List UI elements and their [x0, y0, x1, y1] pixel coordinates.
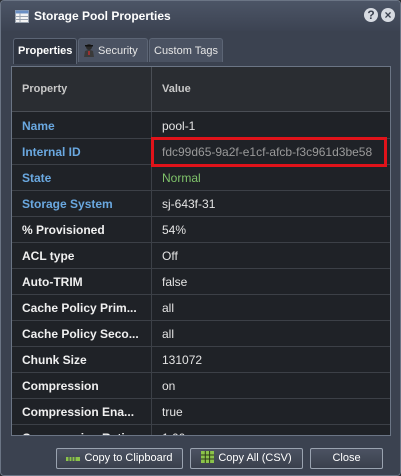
dialog-footer: Copy to Clipboard Copy All (CSV) Close: [1, 444, 400, 475]
tab-custom-tags[interactable]: Custom Tags: [149, 38, 223, 62]
property-name: ACL type: [22, 249, 75, 263]
property-name: % Provisioned: [22, 223, 105, 237]
dialog-title: Storage Pool Properties: [34, 9, 171, 23]
property-name: Name: [22, 119, 55, 133]
table-row[interactable]: Compression Ena... true: [12, 398, 390, 425]
close-button[interactable]: Close: [310, 448, 383, 469]
csv-grid-icon: [201, 451, 215, 463]
properties-table[interactable]: Property Value Name pool-1 Internal ID fdc9…: [11, 66, 391, 436]
table-row[interactable]: Storage System sj-643f-31: [12, 190, 390, 217]
property-value: 54%: [162, 223, 187, 237]
agent-icon: [84, 44, 94, 57]
button-label: Copy to Clipboard: [84, 452, 173, 464]
property-value: Off: [162, 249, 178, 263]
table-row[interactable]: Compression Ratio 1.00: [12, 424, 390, 435]
table-row[interactable]: Name pool-1: [12, 112, 390, 139]
property-value: 131072: [162, 353, 203, 367]
column-header-value[interactable]: Value: [162, 83, 191, 95]
table-row[interactable]: State Normal: [12, 164, 390, 191]
property-name: Compression: [22, 379, 99, 393]
help-button[interactable]: ?: [364, 8, 378, 22]
property-name: Auto-TRIM: [22, 275, 83, 289]
property-value: on: [162, 379, 176, 393]
property-value: all: [162, 301, 175, 315]
button-label: Copy All (CSV): [218, 452, 292, 464]
property-name: Internal ID: [22, 145, 81, 159]
table-row[interactable]: % Provisioned 54%: [12, 216, 390, 243]
copy-to-clipboard-button[interactable]: Copy to Clipboard: [56, 448, 183, 469]
table-row[interactable]: Auto-TRIM false: [12, 268, 390, 295]
tab-label: Security: [98, 45, 138, 57]
table-row[interactable]: Cache Policy Seco... all: [12, 320, 390, 347]
column-header-property[interactable]: Property: [22, 83, 67, 95]
tab-security[interactable]: Security: [78, 38, 148, 62]
table-icon: [15, 10, 29, 23]
table-row[interactable]: Chunk Size 131072: [12, 346, 390, 373]
highlight-box: [151, 137, 387, 167]
property-value: sj-643f-31: [162, 197, 216, 211]
table-row[interactable]: ACL type Off: [12, 242, 390, 269]
property-name: State: [22, 171, 52, 185]
tab-label: Custom Tags: [154, 45, 218, 57]
property-value: pool-1: [162, 119, 196, 133]
copy-all-csv-button[interactable]: Copy All (CSV): [190, 448, 303, 469]
property-value: all: [162, 327, 175, 341]
property-name: Compression Ratio: [22, 431, 144, 435]
property-name: Cache Policy Prim...: [22, 301, 137, 315]
property-name: Cache Policy Seco...: [22, 327, 139, 341]
property-value: Normal: [162, 171, 201, 185]
button-label: Close: [332, 452, 361, 464]
property-value: true: [162, 405, 183, 419]
clipboard-icon: [66, 457, 81, 461]
property-value: 1.00: [162, 431, 185, 435]
table-row[interactable]: Cache Policy Prim... all: [12, 294, 390, 321]
property-name: Storage System: [22, 197, 113, 211]
property-value: false: [162, 275, 188, 289]
title-bar[interactable]: Storage Pool Properties ? ×: [1, 1, 400, 31]
table-header: Property Value: [12, 67, 390, 112]
tab-properties[interactable]: Properties: [13, 38, 77, 64]
table-row[interactable]: Compression on: [12, 372, 390, 399]
storage-pool-properties-dialog: Storage Pool Properties ? × Properties S…: [0, 0, 401, 476]
property-name: Chunk Size: [22, 353, 87, 367]
tab-label: Properties: [18, 45, 73, 57]
close-icon[interactable]: ×: [381, 8, 395, 22]
property-name: Compression Ena...: [22, 405, 135, 419]
